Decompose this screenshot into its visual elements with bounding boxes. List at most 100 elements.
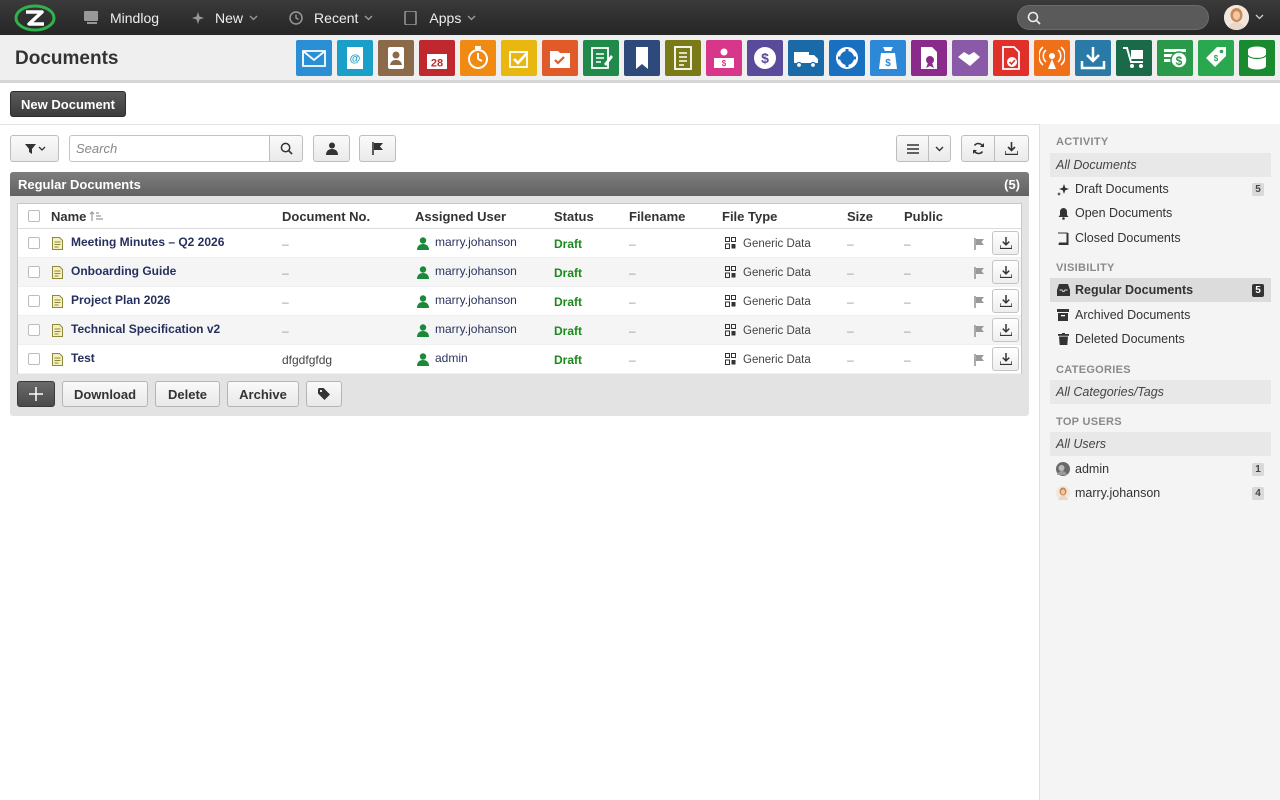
sidebar-item-all-users[interactable]: All Users <box>1050 432 1271 456</box>
app-projects-button[interactable] <box>542 40 578 76</box>
row-download-button[interactable] <box>992 347 1019 371</box>
download-button[interactable]: Download <box>62 381 148 407</box>
table-row[interactable]: Technical Specification v2 – marry.johanso… <box>18 316 1021 345</box>
export-button[interactable] <box>994 135 1029 162</box>
app-calendar-button[interactable]: 28 <box>419 40 455 76</box>
app-contacts-button[interactable] <box>378 40 414 76</box>
view-options-dropdown[interactable] <box>928 135 951 162</box>
assigned-user-link[interactable]: admin <box>435 351 468 365</box>
row-checkbox[interactable] <box>28 295 40 307</box>
nav-recent[interactable]: Recent <box>288 10 373 26</box>
sidebar-item-deleted-documents[interactable]: Deleted Documents <box>1050 327 1271 351</box>
row-download-button[interactable] <box>992 260 1019 284</box>
row-checkbox[interactable] <box>28 353 40 365</box>
assigned-user-link[interactable]: marry.johanson <box>435 235 517 249</box>
add-button[interactable] <box>17 381 55 407</box>
select-all-checkbox[interactable] <box>28 210 40 222</box>
app-inventory-button[interactable] <box>1116 40 1152 76</box>
sidebar-item-all-documents[interactable]: All Documents <box>1050 153 1271 177</box>
column-name[interactable]: Name <box>51 209 104 224</box>
assigned-user-link[interactable]: marry.johanson <box>435 264 517 278</box>
app-deals-button[interactable] <box>952 40 988 76</box>
flagged-button[interactable] <box>359 135 396 162</box>
assigned-user-link[interactable]: marry.johanson <box>435 293 517 307</box>
app-tasks-button[interactable] <box>501 40 537 76</box>
row-checkbox[interactable] <box>28 237 40 249</box>
new-document-button[interactable]: New Document <box>10 91 126 117</box>
app-database-button[interactable] <box>1239 40 1275 76</box>
sidebar-item-label: All Users <box>1056 437 1107 451</box>
app-contracts-button[interactable] <box>911 40 947 76</box>
document-name-link[interactable]: Meeting Minutes – Q2 2026 <box>71 235 224 249</box>
document-name-link[interactable]: Project Plan 2026 <box>71 293 170 307</box>
flag-icon[interactable] <box>974 354 985 366</box>
row-download-button[interactable] <box>992 231 1019 255</box>
column-size[interactable]: Size <box>847 209 873 224</box>
app-expenses-button[interactable]: $ <box>870 40 906 76</box>
app-documents-button[interactable] <box>665 40 701 76</box>
table-row[interactable]: Test dfgdfgfdg admin Draft – Generic Data – – <box>18 345 1021 374</box>
row-checkbox[interactable] <box>28 266 40 278</box>
sidebar-item-closed-documents[interactable]: Closed Documents <box>1050 226 1271 250</box>
user-avatar[interactable] <box>1224 5 1249 30</box>
app-support-button[interactable] <box>829 40 865 76</box>
sidebar-item-all-categories[interactable]: All Categories/Tags <box>1050 380 1271 404</box>
document-name-link[interactable]: Test <box>71 351 95 365</box>
app-accounting-button[interactable]: $ <box>1157 40 1193 76</box>
nav-new[interactable]: New <box>189 10 258 26</box>
app-notes-button[interactable] <box>583 40 619 76</box>
row-download-button[interactable] <box>992 289 1019 313</box>
refresh-button[interactable] <box>961 135 995 162</box>
row-checkbox[interactable] <box>28 324 40 336</box>
flag-icon[interactable] <box>974 296 985 308</box>
column-doc-no[interactable]: Document No. <box>282 209 370 224</box>
sidebar-item-user-admin[interactable]: admin 1 <box>1050 457 1271 481</box>
app-broadcast-button[interactable] <box>1034 40 1070 76</box>
app-address-book-button[interactable]: @ <box>337 40 373 76</box>
table-row[interactable]: Meeting Minutes – Q2 2026 – marry.johanson… <box>18 229 1021 258</box>
chevron-down-icon[interactable] <box>1255 14 1264 20</box>
flag-icon[interactable] <box>974 267 985 279</box>
app-delivery-button[interactable] <box>788 40 824 76</box>
column-file-type[interactable]: File Type <box>722 209 777 224</box>
app-invoices-button[interactable] <box>993 40 1029 76</box>
sidebar-item-user-marry-johanson[interactable]: marry.johanson 4 <box>1050 481 1271 505</box>
filter-button[interactable] <box>10 135 59 162</box>
document-name-link[interactable]: Technical Specification v2 <box>71 322 220 336</box>
app-billing-button[interactable]: $ <box>747 40 783 76</box>
sidebar-item-regular-documents[interactable]: Regular Documents 5 <box>1050 278 1271 302</box>
app-timer-button[interactable] <box>460 40 496 76</box>
search-button[interactable] <box>269 135 303 162</box>
archive-button[interactable]: Archive <box>227 381 299 407</box>
sidebar-item-open-documents[interactable]: Open Documents <box>1050 201 1271 225</box>
search-input[interactable] <box>69 135 270 162</box>
nav-apps[interactable]: Apps <box>403 10 476 26</box>
assigned-user-link[interactable]: marry.johanson <box>435 322 517 336</box>
nav-mindlog[interactable]: Mindlog <box>84 10 159 26</box>
flag-icon[interactable] <box>974 325 985 337</box>
sidebar-item-draft-documents[interactable]: Draft Documents 5 <box>1050 177 1271 201</box>
app-bookmarks-button[interactable] <box>624 40 660 76</box>
column-filename[interactable]: Filename <box>629 209 685 224</box>
column-status[interactable]: Status <box>554 209 594 224</box>
global-search-input[interactable] <box>1017 5 1209 30</box>
table-row[interactable]: Onboarding Guide – marry.johanson Draft – Gen… <box>18 258 1021 287</box>
app-tags-button[interactable]: $ <box>1198 40 1234 76</box>
my-documents-button[interactable] <box>313 135 350 162</box>
table-row[interactable]: Project Plan 2026 – marry.johanson Draft – Ge… <box>18 287 1021 316</box>
sparkle-icon <box>1056 183 1069 196</box>
mindlog-logo-icon[interactable] <box>14 4 56 32</box>
column-public[interactable]: Public <box>904 209 943 224</box>
app-reception-button[interactable]: $ <box>706 40 742 76</box>
sidebar-item-archived-documents[interactable]: Archived Documents <box>1050 303 1271 327</box>
app-downloads-button[interactable] <box>1075 40 1111 76</box>
tag-button[interactable] <box>306 381 342 407</box>
row-download-button[interactable] <box>992 318 1019 342</box>
app-launcher-bar: @28 $ $ $ $ $ <box>296 40 1280 76</box>
column-assigned-user[interactable]: Assigned User <box>415 209 506 224</box>
document-name-link[interactable]: Onboarding Guide <box>71 264 176 278</box>
flag-icon[interactable] <box>974 238 985 250</box>
app-email-button[interactable] <box>296 40 332 76</box>
delete-button[interactable]: Delete <box>155 381 220 407</box>
list-view-button[interactable] <box>896 135 929 162</box>
